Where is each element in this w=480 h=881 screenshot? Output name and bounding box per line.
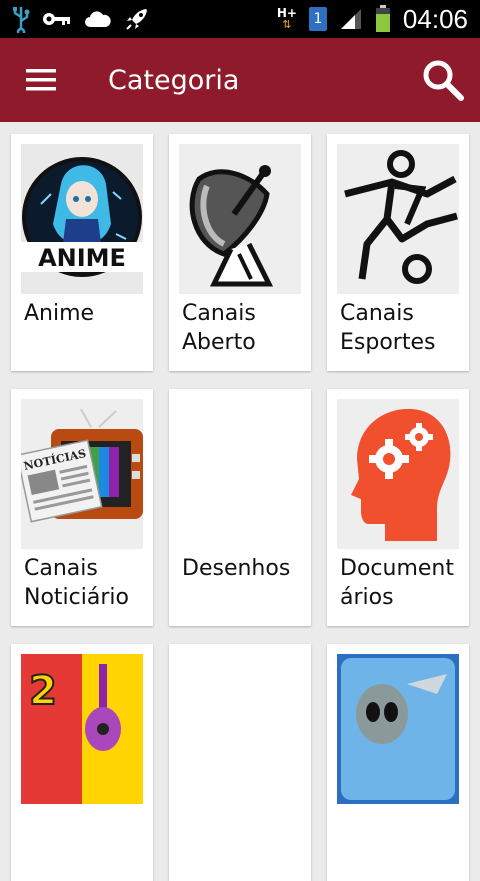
soccer-player-icon [344,150,458,284]
network-icon: H+ ⇅ [276,6,297,31]
head-gears-icon [351,408,451,541]
category-thumbnail [337,399,459,549]
category-card-canais-esportes[interactable]: Canais Esportes [327,134,469,371]
category-thumbnail [179,654,301,804]
category-grid: ANIME Anime Canais Aberto Canais Esporte… [0,122,480,881]
category-card-8[interactable] [169,644,311,881]
category-card-anime[interactable]: ANIME Anime [11,134,153,371]
usb-icon [12,5,30,33]
category-thumbnail: 2 [21,654,143,804]
category-thumbnail: NOTÍCIAS [21,399,143,549]
anime-icon: ANIME [21,157,143,277]
category-label: Anime [24,301,95,326]
anime-logo-text: ANIME [38,244,126,272]
rocket-icon [124,6,150,32]
notification-icons [12,5,150,33]
category-label: Canais Noticiário [24,556,129,610]
category-thumbnail [337,654,459,804]
menu-icon[interactable] [26,69,56,91]
category-label: Desenhos [182,556,291,581]
category-label: Document ários [340,556,454,610]
alien-icon [337,654,459,804]
page-title: Categoria [108,64,240,96]
system-icons: H+ ⇅ 1 04:06 [277,4,468,35]
category-thumbnail [179,144,301,294]
category-label: Canais Esportes [340,301,436,355]
thumb-number: 2 [29,668,57,714]
guitar-number-icon: 2 [21,654,143,804]
satellite-dish-icon [189,165,274,287]
category-label: Canais Aberto [182,301,256,355]
category-card-desenhos[interactable]: Desenhos [169,389,311,626]
clock: 04:06 [402,3,468,34]
app-bar: Categoria [0,38,480,122]
category-card-9[interactable] [327,644,469,881]
cloud-icon [84,10,112,28]
signal-icon [339,7,363,31]
category-card-7[interactable]: 2 [11,644,153,881]
sim-slot: 1 [313,11,323,27]
sim-icon: 1 [308,7,327,31]
category-card-canais-aberto[interactable]: Canais Aberto [169,134,311,371]
news-tv-icon: NOTÍCIAS [21,408,143,523]
search-icon[interactable] [422,59,464,101]
category-thumbnail [337,144,459,294]
key-icon [42,11,72,27]
battery-icon [375,5,391,33]
category-thumbnail [179,399,301,549]
category-card-documentarios[interactable]: Document ários [327,389,469,626]
status-bar: H+ ⇅ 1 04:06 [0,0,480,38]
category-card-canais-noticiario[interactable]: NOTÍCIAS Canais Noticiário [11,389,153,626]
category-thumbnail: ANIME [21,144,143,294]
